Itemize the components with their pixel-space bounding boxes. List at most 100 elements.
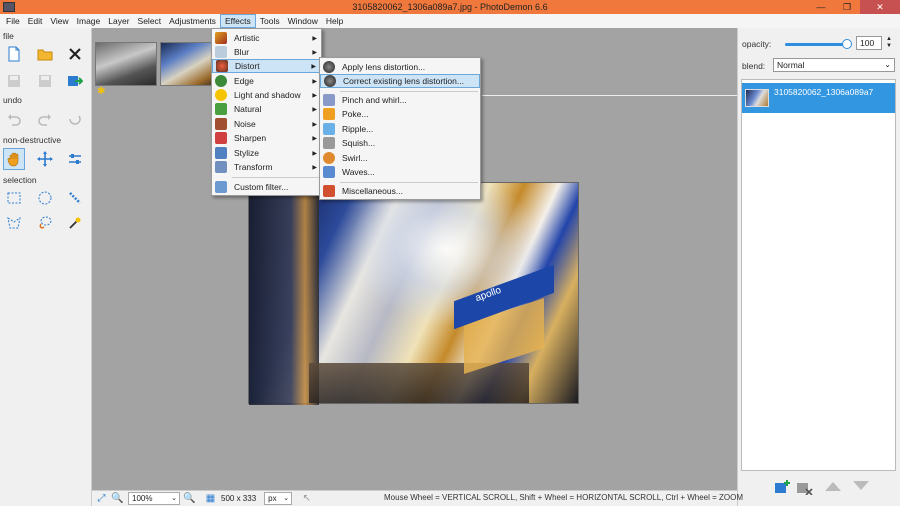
open-folder-icon[interactable] xyxy=(34,43,56,65)
menu-item-light-and-shadow[interactable]: Light and shadow ▶ xyxy=(212,88,321,102)
menu-tools[interactable]: Tools xyxy=(256,14,284,28)
undo-icon[interactable] xyxy=(3,108,25,130)
move-layer-up-icon[interactable] xyxy=(824,479,842,495)
menu-item-correct-lens-distortion[interactable]: Correct existing lens distortion... xyxy=(320,74,480,88)
new-file-icon[interactable] xyxy=(3,43,25,65)
stylize-icon xyxy=(215,147,227,159)
menu-image[interactable]: Image xyxy=(73,14,105,28)
menu-help[interactable]: Help xyxy=(322,14,347,28)
menu-separator xyxy=(340,91,478,92)
menu-layer[interactable]: Layer xyxy=(104,14,133,28)
delete-layer-icon[interactable] xyxy=(796,479,814,496)
menu-item-distort[interactable]: Distort ▶ xyxy=(212,59,321,73)
menu-item-transform[interactable]: Transform ▶ xyxy=(212,160,321,174)
move-tool-icon[interactable] xyxy=(34,148,56,170)
distort-icon xyxy=(216,60,228,72)
unit-select[interactable]: px ⌄ xyxy=(264,492,293,505)
zoom-select[interactable]: 100% ⌄ xyxy=(128,492,180,505)
line-select-icon[interactable] xyxy=(64,187,86,209)
zoom-out-icon[interactable]: 🔍 xyxy=(111,492,124,505)
menu-item-squish[interactable]: Squish... xyxy=(320,136,480,150)
menu-item-poke[interactable]: Poke... xyxy=(320,107,480,121)
layers-panel: opacity: 100 ▲ ▼ blend: Normal ⌄ 31058200… xyxy=(737,28,900,506)
undo-section-label: undo xyxy=(3,95,22,105)
window-controls: — ❐ ✕ xyxy=(808,0,900,14)
noise-icon xyxy=(215,118,227,130)
menu-window[interactable]: Window xyxy=(284,14,322,28)
chevron-down-icon: ⌄ xyxy=(171,495,177,502)
zoom-in-icon[interactable]: 🔍 xyxy=(183,492,196,505)
maximize-button[interactable]: ❐ xyxy=(834,0,860,14)
menu-file[interactable]: File xyxy=(2,14,24,28)
menu-item-ripple[interactable]: Ripple... xyxy=(320,122,480,136)
menu-item-artistic[interactable]: Artistic ▶ xyxy=(212,31,321,45)
opacity-slider-knob[interactable] xyxy=(842,39,852,49)
photo-street xyxy=(309,363,529,403)
image-size: 500 x 333 xyxy=(221,494,257,503)
nondestructive-section-label: non-destructive xyxy=(3,135,62,145)
hand-tool-icon[interactable] xyxy=(3,148,25,170)
pinch-icon xyxy=(323,94,335,106)
save-as-icon[interactable] xyxy=(34,70,56,92)
lens-icon xyxy=(323,61,335,73)
opacity-input[interactable]: 100 xyxy=(856,36,882,50)
menu-view[interactable]: View xyxy=(46,14,72,28)
menu-separator xyxy=(232,177,319,178)
menu-item-waves[interactable]: Waves... xyxy=(320,165,480,179)
layer-name: 3105820062_1306a089a7 xyxy=(774,87,874,97)
rect-select-icon[interactable] xyxy=(3,187,25,209)
menu-item-blur[interactable]: Blur ▶ xyxy=(212,45,321,59)
submenu-arrow-icon: ▶ xyxy=(312,106,317,113)
image-canvas[interactable]: apollo xyxy=(248,182,579,405)
layer-properties-icon[interactable] xyxy=(64,148,86,170)
redo-icon[interactable] xyxy=(34,108,56,130)
add-layer-icon[interactable] xyxy=(774,479,792,495)
menu-item-swirl[interactable]: Swirl... xyxy=(320,151,480,165)
close-image-icon[interactable] xyxy=(64,43,86,65)
minimize-button[interactable]: — xyxy=(808,0,834,14)
submenu-arrow-icon: ▶ xyxy=(312,164,317,171)
opacity-slider-track[interactable] xyxy=(785,43,849,46)
effects-menu: Artistic ▶ Blur ▶ Distort ▶ Edge ▶ Light and… xyxy=(211,28,322,196)
menu-select[interactable]: Select xyxy=(134,14,166,28)
ellipse-select-icon[interactable] xyxy=(34,187,56,209)
menu-item-natural[interactable]: Natural ▶ xyxy=(212,102,321,116)
cursor-position-icon: ↖ xyxy=(302,493,311,504)
image-tab-thumbnail[interactable] xyxy=(95,42,157,86)
polygon-select-icon[interactable] xyxy=(3,212,25,234)
submenu-arrow-icon: ▶ xyxy=(312,35,317,42)
transform-icon xyxy=(215,161,227,173)
menu-item-sharpen[interactable]: Sharpen ▶ xyxy=(212,131,321,145)
squish-icon xyxy=(323,137,335,149)
menu-item-stylize[interactable]: Stylize ▶ xyxy=(212,146,321,160)
lasso-select-icon[interactable] xyxy=(34,212,56,234)
magic-wand-icon[interactable] xyxy=(64,212,86,234)
menu-item-noise[interactable]: Noise ▶ xyxy=(212,117,321,131)
menu-edit[interactable]: Edit xyxy=(24,14,47,28)
history-icon[interactable] xyxy=(64,108,86,130)
menu-item-pinch-and-whirl[interactable]: Pinch and whirl... xyxy=(320,93,480,107)
menu-item-custom-filter[interactable]: Custom filter... xyxy=(212,180,321,194)
artistic-icon xyxy=(215,32,227,44)
menu-item-edge[interactable]: Edge ▶ xyxy=(212,74,321,88)
export-icon[interactable] xyxy=(64,70,86,92)
save-icon[interactable] xyxy=(3,70,25,92)
image-size-icon: ▦ xyxy=(205,493,216,504)
chevron-down-icon: ⌄ xyxy=(283,495,290,502)
menu-adjustments[interactable]: Adjustments xyxy=(165,14,220,28)
distort-submenu: Apply lens distortion... Correct existin… xyxy=(319,57,481,200)
natural-icon xyxy=(215,103,227,115)
blend-mode-select[interactable]: Normal ⌄ xyxy=(773,58,895,72)
menu-item-apply-lens-distortion[interactable]: Apply lens distortion... xyxy=(320,60,480,74)
move-layer-down-icon[interactable] xyxy=(852,479,870,495)
poke-icon xyxy=(323,108,335,120)
layer-row[interactable]: 3105820062_1306a089a7 xyxy=(742,83,895,113)
opacity-spinner[interactable]: ▲ ▼ xyxy=(884,36,894,50)
fit-to-window-icon[interactable]: ⤢ xyxy=(95,492,108,505)
opacity-label: opacity: xyxy=(742,39,772,49)
toolbox: file undo non-destructive selection xyxy=(0,28,92,506)
menu-item-miscellaneous[interactable]: Miscellaneous... xyxy=(320,184,480,198)
close-button[interactable]: ✕ xyxy=(860,0,900,14)
light-icon xyxy=(215,89,227,101)
menu-effects[interactable]: Effects xyxy=(219,14,256,28)
